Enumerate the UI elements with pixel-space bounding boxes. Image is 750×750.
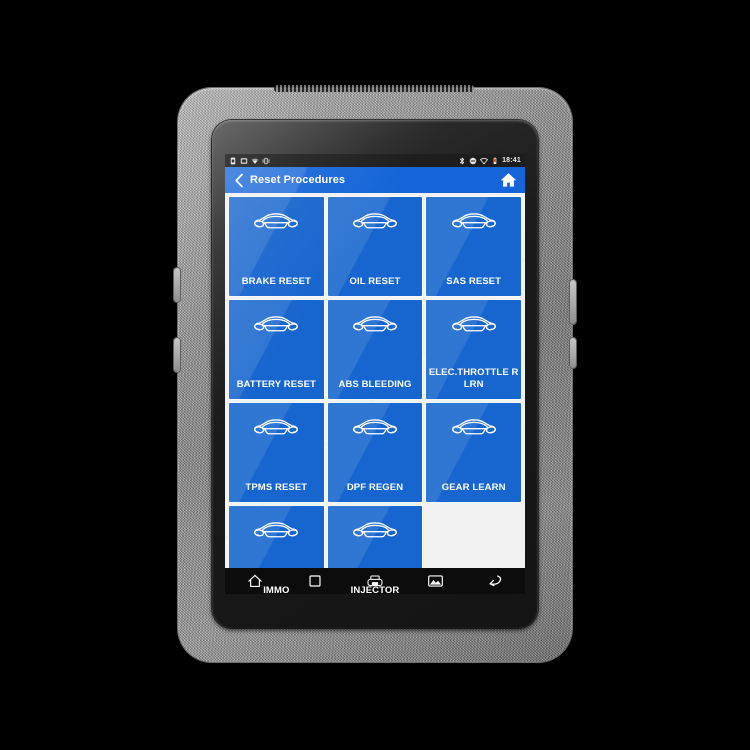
- tablet-screen: 18:41 Reset Procedures BRAKE RESET OIL RE…: [225, 154, 525, 594]
- diagnostic-tablet-device: 18:41 Reset Procedures BRAKE RESET OIL RE…: [174, 85, 576, 662]
- tile-abs-bleeding[interactable]: ABS BLEEDING: [327, 300, 423, 399]
- battery-icon: [491, 156, 499, 165]
- car-front-icon: [352, 517, 398, 543]
- wifi-icon: [480, 157, 489, 165]
- car-front-icon: [352, 311, 398, 337]
- chevron-left-icon[interactable]: [231, 170, 247, 190]
- car-front-icon: [352, 414, 398, 440]
- car-front-icon: [352, 208, 398, 234]
- car-front-icon: [253, 414, 299, 440]
- page-title: Reset Procedures: [250, 174, 346, 186]
- tile-label: IMMO: [263, 584, 290, 595]
- wifi-signal-icon: [251, 157, 259, 165]
- status-bar: 18:41: [225, 154, 525, 167]
- sd-card-icon: [240, 157, 248, 165]
- tile-oil-reset[interactable]: OIL RESET: [327, 197, 423, 296]
- right-grip-nub-1: [570, 280, 576, 324]
- vibrate-icon: [262, 157, 270, 165]
- car-front-icon: [451, 311, 497, 337]
- right-grip-nub-2: [570, 338, 576, 368]
- car-front-icon: [451, 208, 497, 234]
- car-front-icon: [253, 208, 299, 234]
- tile-sas-reset[interactable]: SAS RESET: [426, 197, 521, 296]
- status-bar-left-icons: [229, 157, 270, 165]
- left-grip-nub-2: [174, 338, 180, 372]
- tile-label: BRAKE RESET: [241, 275, 311, 287]
- tile-gear-learn[interactable]: GEAR LEARN: [426, 403, 521, 502]
- car-front-icon: [253, 311, 299, 337]
- car-front-icon: [253, 517, 299, 543]
- tile-tpms-reset[interactable]: TPMS RESET: [229, 403, 324, 502]
- home-icon[interactable]: [497, 169, 519, 191]
- tile-label: SAS RESET: [446, 275, 502, 287]
- app-title-bar: Reset Procedures: [225, 167, 525, 193]
- screen-bezel: 18:41 Reset Procedures BRAKE RESET OIL RE…: [212, 120, 538, 628]
- nav-back-button[interactable]: [482, 571, 508, 591]
- car-front-icon: [451, 414, 497, 440]
- status-bar-clock: 18:41: [502, 157, 521, 164]
- tile-label: BATTERY RESET: [236, 378, 316, 390]
- reset-procedures-grid: BRAKE RESET OIL RESET SAS RESET BATTERY RES…: [225, 193, 525, 594]
- tile-label: OIL RESET: [349, 275, 401, 287]
- tile-brake-reset[interactable]: BRAKE RESET: [229, 197, 324, 296]
- left-grip-nub-1: [174, 268, 180, 302]
- tile-dpf-regen[interactable]: DPF REGEN: [327, 403, 423, 502]
- bluetooth-icon: [458, 157, 466, 165]
- tile-label: TPMS RESET: [245, 481, 308, 493]
- tile-label: ABS BLEEDING: [338, 378, 412, 390]
- tile-label: INJECTOR: [350, 584, 400, 595]
- status-bar-right-icons: 18:41: [458, 156, 521, 165]
- tile-label: DPF REGEN: [346, 481, 404, 493]
- tile-battery-reset[interactable]: BATTERY RESET: [229, 300, 324, 399]
- nav-gallery-button[interactable]: [422, 571, 448, 591]
- tile-elec-throttle-rlrn[interactable]: ELEC.THROTTLE RLRN: [426, 300, 521, 399]
- screenshot-stage: 18:41 Reset Procedures BRAKE RESET OIL RE…: [0, 0, 750, 750]
- tile-label: GEAR LEARN: [441, 481, 506, 493]
- dnd-icon: [469, 157, 477, 165]
- sim-card-icon: [229, 157, 237, 165]
- tile-label: ELEC.THROTTLE RLRN: [428, 367, 519, 390]
- speaker-grille: [274, 85, 474, 92]
